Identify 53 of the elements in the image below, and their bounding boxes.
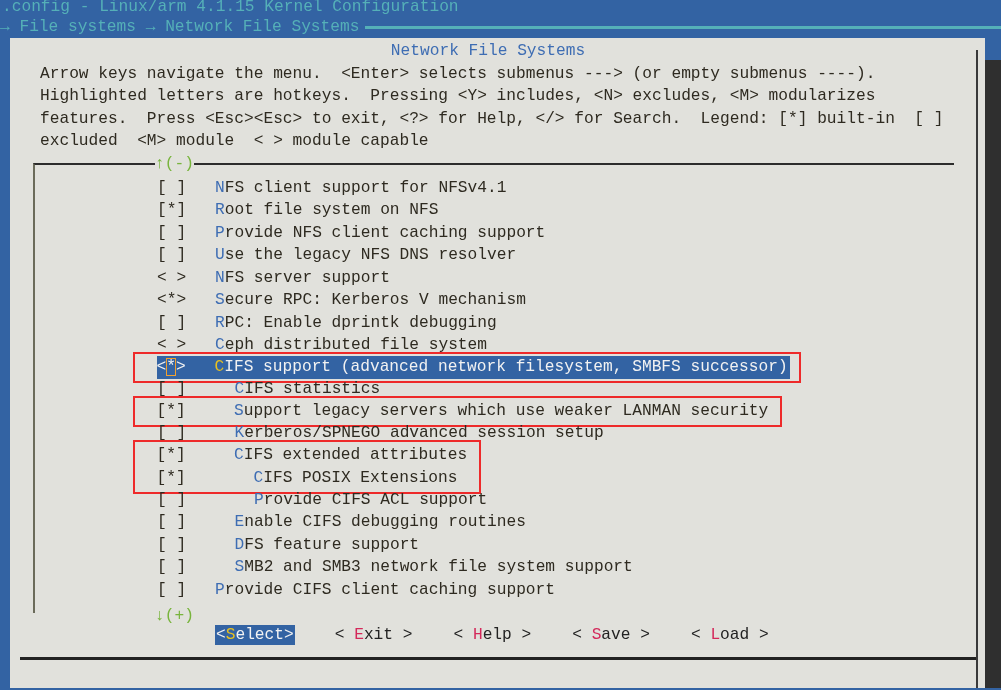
menu-item[interactable]: CIFS statistics — [234, 378, 383, 401]
menu-item[interactable]: Kerberos/SPNEGO advanced session setup — [234, 422, 606, 445]
help-text: Arrow keys navigate the menu. <Enter> selects submenus ---> (or empty submenus ----). — [40, 63, 877, 85]
option-state: <*> — [157, 290, 188, 311]
menu-item[interactable]: CIFS support (advanced network filesystem, SMBFS successor) — [214, 356, 790, 379]
menu-item[interactable]: Enable CIFS debugging routines — [234, 511, 528, 534]
option-state: [*] — [156, 445, 187, 466]
help-text: features. Press <Esc><Esc> to exit, <?> for Help, </> for Search. Legend: [*] built-in [ ] — [40, 108, 945, 130]
option-state: [ ] — [157, 379, 188, 400]
option-state: < > — [157, 335, 188, 356]
menu-button[interactable]: < Load > — [689, 624, 770, 645]
menu-item[interactable]: CIFS extended attributes — [234, 444, 470, 467]
option-state: [ ] — [157, 222, 188, 244]
highlight-bar[interactable]: <*> CIFS support (advanced network filesystem, SMBFS successor) — [156, 356, 790, 379]
menu-button[interactable]: < Exit > — [333, 624, 414, 645]
option-state: [*] — [156, 401, 187, 422]
menu-button[interactable]: < Save > — [571, 624, 651, 645]
option-state: [ ] — [157, 312, 188, 334]
option-state: < > — [157, 267, 188, 289]
menu-item[interactable]: Provide CIFS client caching support — [215, 578, 557, 601]
option-state: [ ] — [157, 423, 188, 444]
window-title: .config - Linux/arm 4.1.15 Kernel Configuration — [2, 0, 460, 18]
menu-item[interactable]: NFS server support — [215, 266, 392, 289]
breadcrumb: → File systems → Network File Systems — [0, 18, 360, 36]
menu-item[interactable]: Ceph distributed file system — [215, 334, 489, 357]
menu-button[interactable]: < Help > — [452, 624, 533, 645]
option-state: [ ] — [157, 534, 188, 556]
scroll-up-indicator: ↑(-) — [155, 154, 194, 173]
menu-item[interactable]: CIFS POSIX Extensions — [253, 466, 460, 489]
option-state: [ ] — [157, 512, 188, 533]
option-state: [*] — [157, 200, 188, 221]
menu-item[interactable]: Secure RPC: Kerberos V mechanism — [215, 289, 528, 312]
option-state: [*] — [156, 467, 187, 489]
dialog-title: Network File Systems — [390, 42, 586, 60]
scroll-down-indicator: ↓(+) — [155, 606, 194, 625]
menu-item[interactable]: Support legacy servers which use weaker LANMAN security — [234, 400, 771, 423]
help-text: Highlighted letters are hotkeys. Pressing <Y> includes, <N> excludes, <M> modularizes — [40, 86, 877, 107]
menu-item[interactable]: SMB2 and SMB3 network file system support — [234, 556, 635, 579]
help-text: excluded <M> module < > module capable — [40, 131, 430, 152]
option-state: [ ] — [157, 489, 188, 511]
menu-item[interactable]: NFS client support for NFSv4.1 — [215, 176, 509, 199]
option-state: [ ] — [157, 245, 188, 266]
option-state: [ ] — [157, 579, 188, 601]
menu-item[interactable]: Root file system on NFS — [215, 199, 441, 222]
option-state: <*> — [156, 357, 187, 378]
menu-button[interactable]: <Select> — [215, 624, 295, 645]
menu-item[interactable]: Use the legacy NFS DNS resolver — [215, 244, 519, 267]
option-state: [ ] — [157, 177, 188, 199]
option-state: [ ] — [157, 557, 188, 578]
menu-item[interactable]: Provide CIFS ACL support — [254, 488, 490, 511]
menu-item[interactable]: Provide NFS client caching support — [215, 221, 548, 244]
menu-item[interactable]: DFS feature support — [234, 533, 422, 556]
menu-item[interactable]: RPC: Enable dprintk debugging — [215, 311, 499, 334]
